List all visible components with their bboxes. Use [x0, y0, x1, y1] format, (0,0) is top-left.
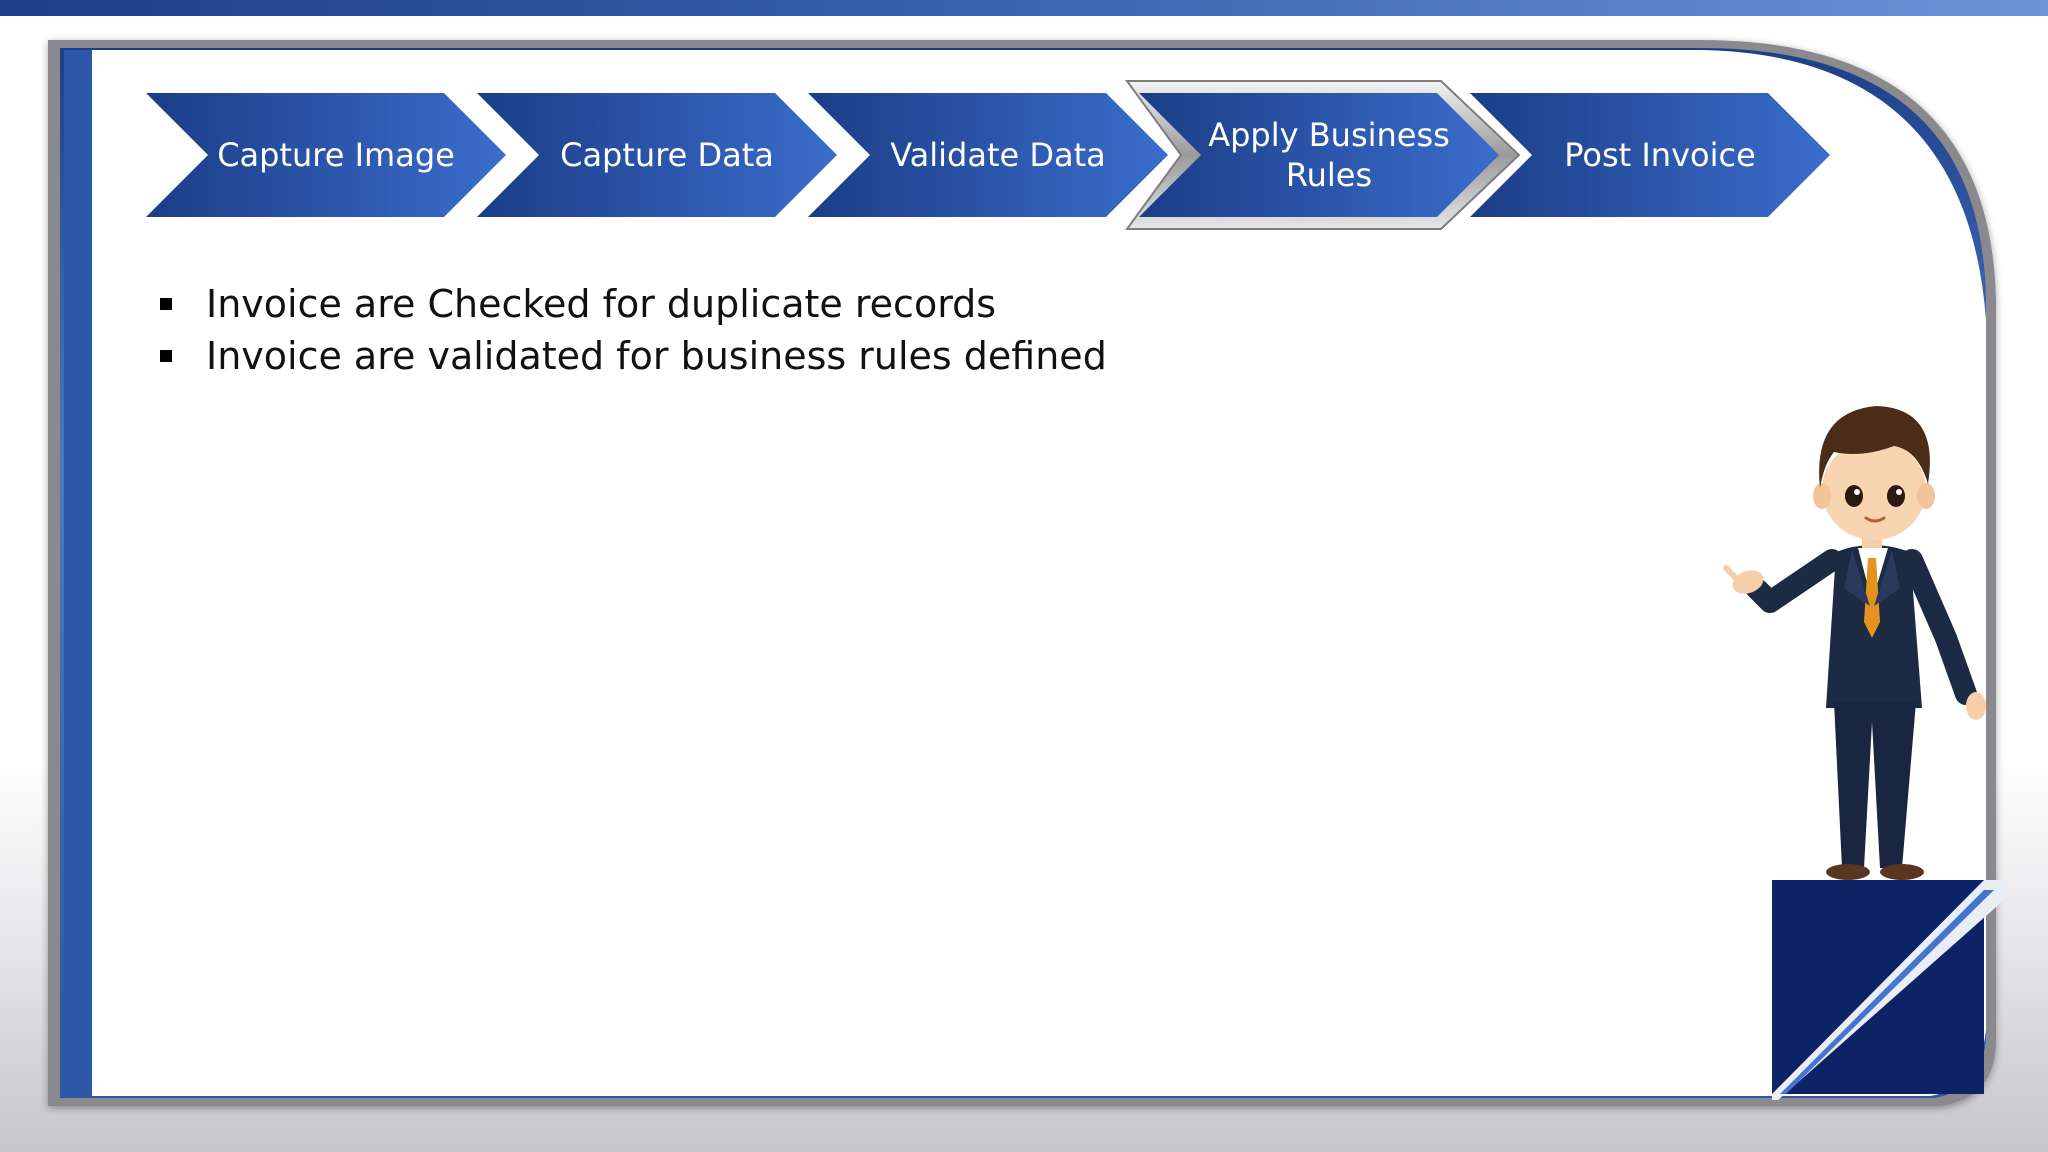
square-bullet-icon: [160, 350, 172, 362]
process-step-label: Validate Data: [890, 136, 1106, 174]
process-step-label: Capture Data: [560, 136, 774, 174]
process-step-label: Post Invoice: [1564, 136, 1756, 174]
bullet-text: Invoice are Checked for duplicate record…: [206, 282, 997, 326]
bullet-list: Invoice are Checked for duplicate record…: [160, 278, 1107, 382]
bullet-item: Invoice are validated for business rules…: [160, 330, 1107, 382]
square-bullet-icon: [160, 298, 172, 310]
page-curl-corner: [1772, 880, 2004, 1100]
bullet-item: Invoice are Checked for duplicate record…: [160, 278, 1107, 330]
businessman-presenting-icon: [1723, 406, 1986, 880]
process-step-label: Capture Image: [217, 136, 455, 174]
bullet-text: Invoice are validated for business rules…: [206, 334, 1107, 378]
process-step-label: Apply Business Rules: [1208, 116, 1450, 194]
